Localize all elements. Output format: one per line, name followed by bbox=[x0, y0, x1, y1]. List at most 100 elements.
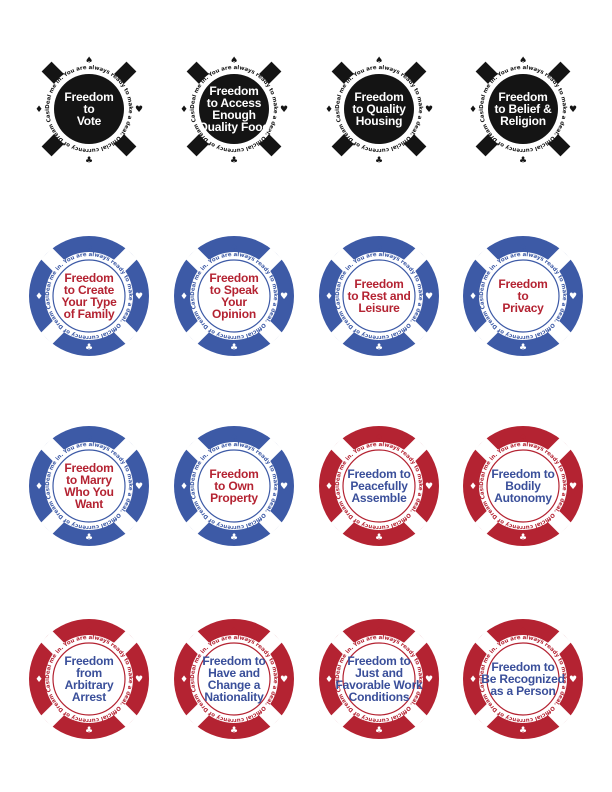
heart-icon: ♥ bbox=[569, 292, 577, 302]
spade-icon: ♠ bbox=[230, 243, 238, 253]
poker-chip: ♠♥♣♦ Deal me in. You are always ready to … bbox=[463, 426, 583, 546]
heart-icon: ♥ bbox=[425, 482, 433, 492]
club-icon: ♣ bbox=[375, 533, 383, 543]
poker-chip: ♠♥♣♦ Deal me in. You are always ready to … bbox=[469, 56, 577, 166]
spade-icon: ♠ bbox=[519, 243, 527, 253]
chip-label-line: Leisure bbox=[358, 301, 400, 315]
diamond-icon: ♦ bbox=[180, 675, 188, 685]
diamond-icon: ♦ bbox=[469, 105, 477, 115]
spade-icon: ♠ bbox=[519, 433, 527, 443]
heart-icon: ♥ bbox=[569, 675, 577, 685]
heart-icon: ♥ bbox=[425, 105, 433, 115]
chip-label-line: Housing bbox=[356, 114, 403, 128]
club-icon: ♣ bbox=[85, 343, 93, 353]
diamond-icon: ♦ bbox=[35, 482, 43, 492]
chip-sheet: ♠♥♣♦ Deal me in. You are always ready to … bbox=[29, 56, 583, 739]
chip-label: Freedom to Speak Your Opinion bbox=[209, 271, 258, 321]
club-icon: ♣ bbox=[519, 726, 527, 736]
spade-icon: ♠ bbox=[519, 56, 527, 66]
poker-chip: ♠♥♣♦ Deal me in. You are always ready to … bbox=[180, 56, 288, 166]
heart-icon: ♥ bbox=[135, 675, 143, 685]
club-icon: ♣ bbox=[519, 533, 527, 543]
diamond-icon: ♦ bbox=[35, 292, 43, 302]
poker-chip: ♠♥♣♦ Deal me in. You are always ready to … bbox=[463, 236, 583, 356]
chip-label-line: Opinion bbox=[212, 307, 256, 321]
spade-icon: ♠ bbox=[519, 626, 527, 636]
diamond-icon: ♦ bbox=[180, 105, 188, 115]
club-icon: ♣ bbox=[230, 533, 238, 543]
diamond-icon: ♦ bbox=[35, 105, 43, 115]
spade-icon: ♠ bbox=[230, 433, 238, 443]
heart-icon: ♥ bbox=[425, 675, 433, 685]
poker-chip: ♠♥♣♦ Deal me in. You are always ready to … bbox=[319, 426, 439, 546]
chip-label: Freedom to Create Your Type of Family bbox=[61, 271, 117, 321]
heart-icon: ♥ bbox=[569, 482, 577, 492]
diamond-icon: ♦ bbox=[469, 292, 477, 302]
chip-label: Freedom to Peacefully Assemble bbox=[347, 467, 410, 505]
diamond-icon: ♦ bbox=[325, 105, 333, 115]
chip-label-line: Quality Food bbox=[199, 120, 270, 134]
chip-label-line: as a Person bbox=[490, 684, 555, 698]
chip-label-line: Vote bbox=[77, 114, 102, 128]
spade-icon: ♠ bbox=[375, 433, 383, 443]
poker-chip: ♠♥♣♦ Deal me in. You are always ready to … bbox=[29, 619, 149, 739]
poker-chip: ♠♥♣♦ Deal me in. You are always ready to … bbox=[319, 619, 439, 739]
diamond-icon: ♦ bbox=[469, 675, 477, 685]
poker-chip: ♠♥♣♦ Deal me in. You are always ready to … bbox=[29, 236, 149, 356]
chip-label-line: Autonomy bbox=[494, 491, 552, 505]
diamond-icon: ♦ bbox=[180, 292, 188, 302]
heart-icon: ♥ bbox=[569, 105, 577, 115]
club-icon: ♣ bbox=[375, 343, 383, 353]
spade-icon: ♠ bbox=[85, 56, 93, 66]
club-icon: ♣ bbox=[375, 156, 383, 166]
poker-chip: ♠♥♣♦ Deal me in. You are always ready to … bbox=[463, 619, 583, 739]
spade-icon: ♠ bbox=[375, 56, 383, 66]
spade-icon: ♠ bbox=[85, 243, 93, 253]
diamond-icon: ♦ bbox=[325, 292, 333, 302]
chip-label-line: Religion bbox=[500, 114, 546, 128]
heart-icon: ♥ bbox=[280, 292, 288, 302]
spade-icon: ♠ bbox=[230, 56, 238, 66]
chip-label-line: Property bbox=[210, 491, 258, 505]
heart-icon: ♥ bbox=[280, 675, 288, 685]
poker-chip: ♠♥♣♦ Deal me in. You are always ready to … bbox=[325, 56, 433, 166]
poker-chip: ♠♥♣♦ Deal me in. You are always ready to … bbox=[29, 426, 149, 546]
chip-label: Freedom to Have and Change a Nationality bbox=[202, 654, 265, 704]
poker-chip: ♠♥♣♦ Deal me in. You are always ready to … bbox=[174, 619, 294, 739]
spade-icon: ♠ bbox=[85, 433, 93, 443]
spade-icon: ♠ bbox=[230, 626, 238, 636]
diamond-icon: ♦ bbox=[469, 482, 477, 492]
chip-label-line: Assemble bbox=[351, 491, 407, 505]
spade-icon: ♠ bbox=[85, 626, 93, 636]
poker-chip: ♠♥♣♦ Deal me in. You are always ready to … bbox=[174, 236, 294, 356]
chip-label-line: Arrest bbox=[72, 690, 106, 704]
diamond-icon: ♦ bbox=[325, 482, 333, 492]
spade-icon: ♠ bbox=[375, 626, 383, 636]
chip-label: Freedom to Quality Housing bbox=[352, 90, 406, 128]
chip-label-line: Want bbox=[75, 497, 103, 511]
poker-chip: ♠♥♣♦ Deal me in. You are always ready to … bbox=[35, 56, 143, 166]
chip-label-line: Privacy bbox=[502, 301, 544, 315]
club-icon: ♣ bbox=[519, 156, 527, 166]
club-icon: ♣ bbox=[85, 533, 93, 543]
poker-chip: ♠♥♣♦ Deal me in. You are always ready to … bbox=[174, 426, 294, 546]
poker-chip: ♠♥♣♦ Deal me in. You are always ready to … bbox=[319, 236, 439, 356]
diamond-icon: ♦ bbox=[180, 482, 188, 492]
club-icon: ♣ bbox=[230, 156, 238, 166]
club-icon: ♣ bbox=[85, 156, 93, 166]
heart-icon: ♥ bbox=[425, 292, 433, 302]
club-icon: ♣ bbox=[230, 726, 238, 736]
club-icon: ♣ bbox=[85, 726, 93, 736]
club-icon: ♣ bbox=[375, 726, 383, 736]
heart-icon: ♥ bbox=[280, 482, 288, 492]
chip-label-line: of Family bbox=[64, 307, 115, 321]
diamond-icon: ♦ bbox=[325, 675, 333, 685]
diamond-icon: ♦ bbox=[35, 675, 43, 685]
chip-label-line: Nationality bbox=[204, 690, 264, 704]
club-icon: ♣ bbox=[519, 343, 527, 353]
heart-icon: ♥ bbox=[135, 105, 143, 115]
chip-label: Freedom to Belief & Religion bbox=[494, 90, 552, 128]
chip-label: Freedom to Be Recognized as a Person bbox=[481, 660, 564, 698]
chip-label: Freedom to Own Property bbox=[209, 467, 258, 505]
chip-label-line: Conditions bbox=[349, 690, 410, 704]
